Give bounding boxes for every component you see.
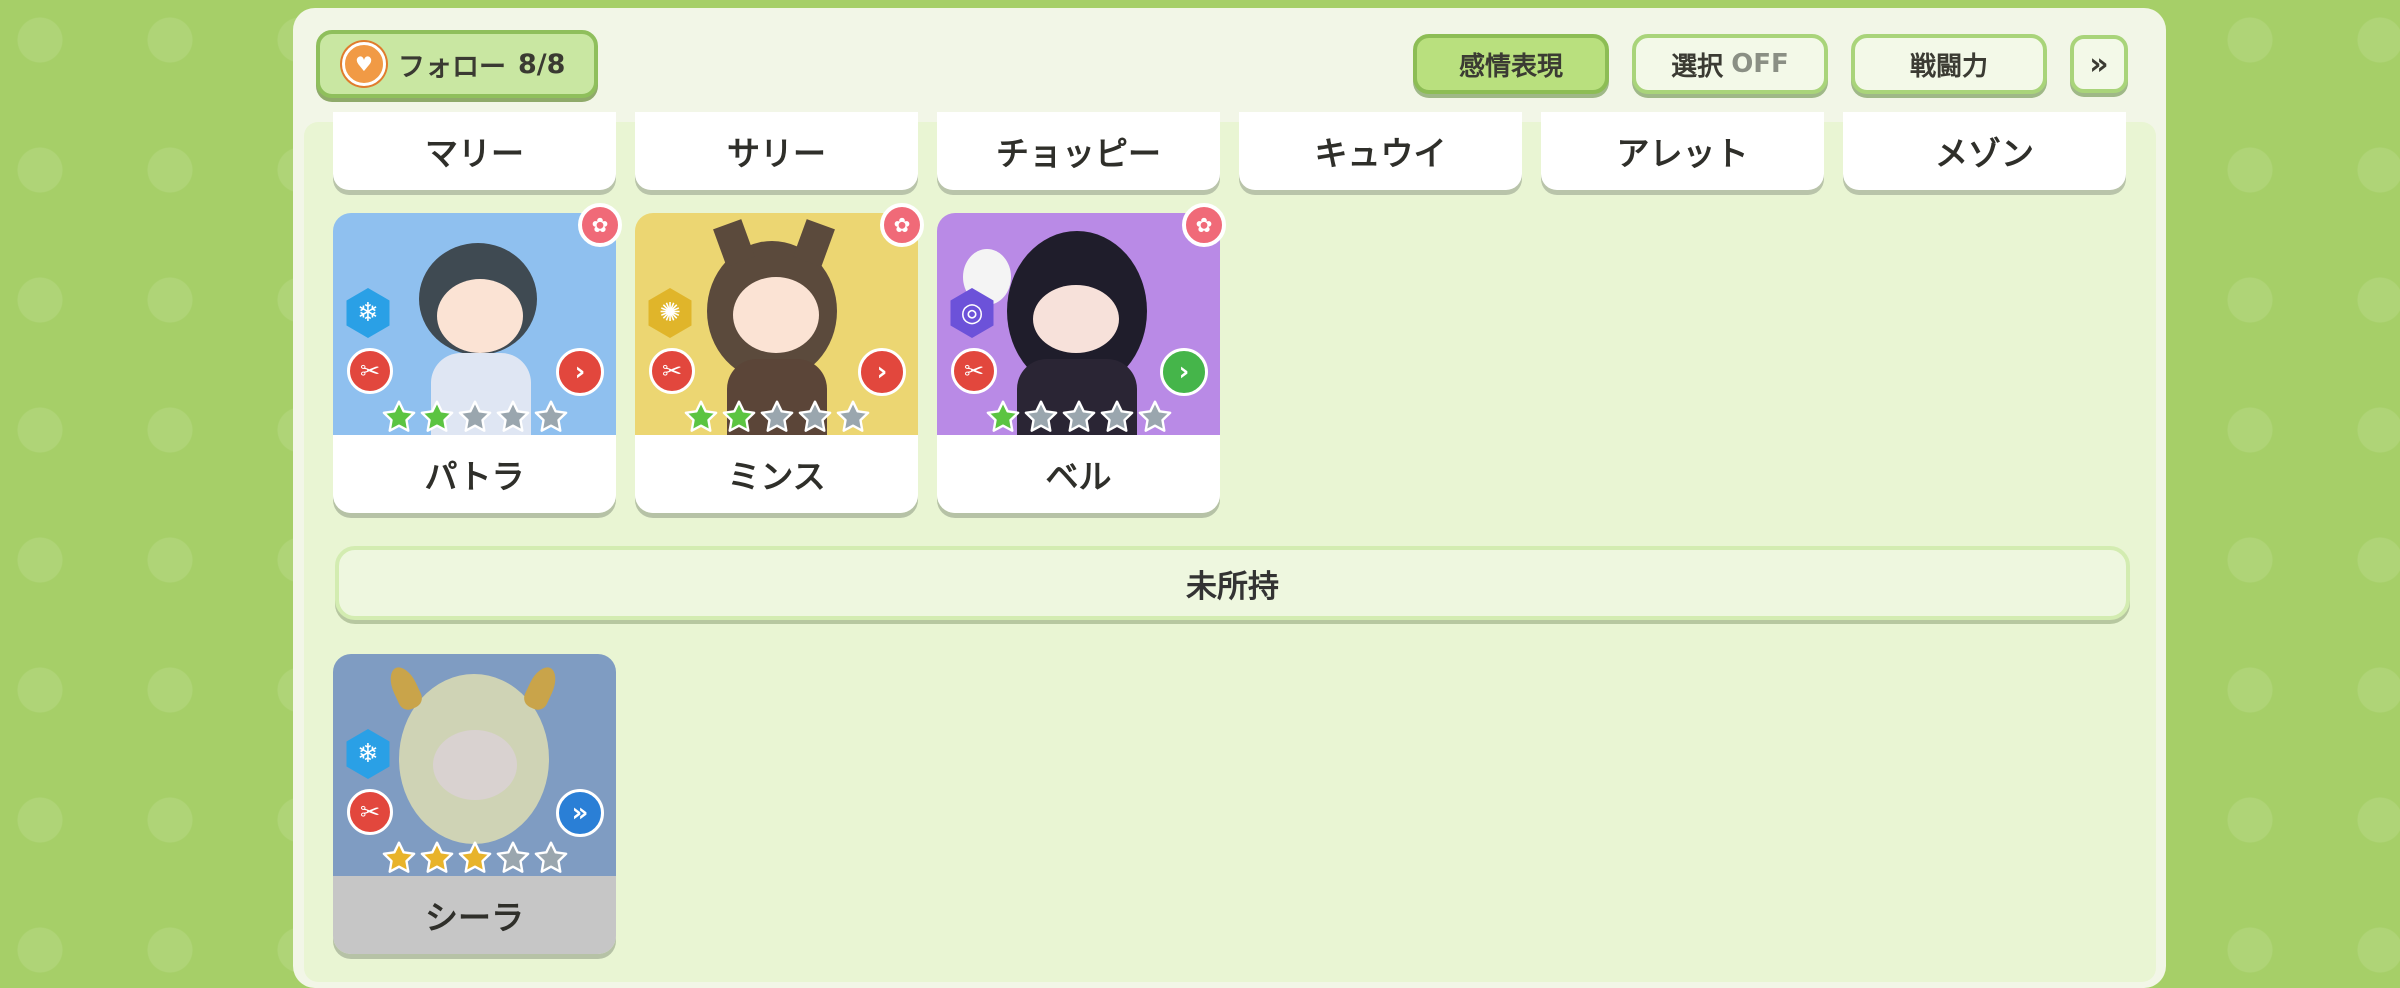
star-filled-icon — [458, 841, 492, 873]
star-empty-icon — [1100, 400, 1134, 432]
follow-counter[interactable]: ♥ フォロー 8/8 — [316, 30, 598, 98]
star-rating — [985, 399, 1173, 435]
star-filled-icon — [420, 400, 454, 432]
character-card-kiwi[interactable]: キュウイ — [1239, 112, 1522, 190]
star-empty-icon — [496, 841, 530, 873]
character-card-alette[interactable]: アレット — [1541, 112, 1824, 190]
section-title: 未所持 — [1186, 568, 1279, 605]
star-filled-icon — [420, 841, 454, 873]
double-chevron-down-icon[interactable]: » — [2070, 35, 2128, 93]
character-name: サリー — [727, 134, 826, 173]
character-card-bell[interactable]: ◎ ✂ › ✿ ベル — [937, 203, 1226, 513]
attacker-role-icon: ✂ — [347, 789, 393, 835]
attacker-role-icon: ✂ — [649, 348, 695, 394]
character-card-mince[interactable]: ✺ ✂ › ✿ ミンス — [635, 203, 924, 513]
character-card-choppy[interactable]: チョッピー — [937, 112, 1220, 190]
star-empty-icon — [534, 841, 568, 873]
select-toggle-button[interactable]: 選択 OFF — [1632, 34, 1828, 94]
star-empty-icon — [760, 400, 794, 432]
star-empty-icon — [1062, 400, 1096, 432]
character-name: メゾン — [1935, 134, 2034, 173]
attacker-role-icon: ✂ — [951, 348, 997, 394]
portrait-horn — [520, 662, 562, 714]
chevron-right-icon: › — [858, 348, 906, 396]
character-card-patra[interactable]: ❄ ✂ › ✿ パトラ — [333, 203, 622, 513]
select-state-label: OFF — [1731, 49, 1789, 79]
character-name-bar: ミンス — [635, 435, 918, 513]
heart-icon: ♥ — [342, 42, 386, 86]
star-empty-icon — [798, 400, 832, 432]
character-name-bar: パトラ — [333, 435, 616, 513]
star-rating — [381, 840, 569, 876]
character-name-bar: シーラ — [333, 876, 616, 954]
power-button-label: 戦闘力 — [1909, 51, 1988, 82]
star-empty-icon — [1024, 400, 1058, 432]
portrait-face — [1033, 285, 1119, 353]
character-name: チョッピー — [996, 134, 1161, 173]
emotion-button[interactable]: 感情表現 — [1413, 34, 1609, 94]
portrait-face — [433, 730, 517, 800]
character-card-marie[interactable]: マリー — [333, 112, 616, 190]
chevron-right-icon: › — [556, 348, 604, 396]
star-empty-icon — [458, 400, 492, 432]
character-name: パトラ — [424, 457, 525, 496]
select-button-label: 選択 — [1671, 51, 1724, 82]
character-name: アレット — [1616, 134, 1749, 173]
flower-icon: ✿ — [880, 203, 924, 247]
emotion-button-label: 感情表現 — [1458, 51, 1563, 82]
portrait-face — [437, 279, 523, 353]
star-filled-icon — [986, 400, 1020, 432]
character-name: ベル — [1045, 457, 1112, 496]
portrait-face — [733, 277, 819, 353]
star-filled-icon — [684, 400, 718, 432]
character-name-bar: ベル — [937, 435, 1220, 513]
star-empty-icon — [836, 400, 870, 432]
character-name: キュウイ — [1314, 134, 1447, 173]
character-card-sally[interactable]: サリー — [635, 112, 918, 190]
star-empty-icon — [534, 400, 568, 432]
follow-label: フォロー — [398, 51, 506, 83]
chevron-right-icon: » — [556, 789, 604, 837]
character-name: ミンス — [727, 457, 826, 496]
star-empty-icon — [496, 400, 530, 432]
flower-icon: ✿ — [578, 203, 622, 247]
follow-count: 8/8 — [518, 48, 566, 80]
star-rating — [683, 399, 871, 435]
unowned-section-header: 未所持 — [335, 546, 2130, 620]
star-filled-icon — [382, 841, 416, 873]
attacker-role-icon: ✂ — [347, 348, 393, 394]
chevron-right-icon: › — [1160, 348, 1208, 396]
character-name: マリー — [425, 134, 524, 173]
character-card-shila[interactable]: ❄ ✂ » シーラ — [333, 654, 616, 954]
star-rating — [381, 399, 569, 435]
character-card-maison[interactable]: メゾン — [1843, 112, 2126, 190]
flower-icon: ✿ — [1182, 203, 1226, 247]
star-filled-icon — [722, 400, 756, 432]
star-filled-icon — [382, 400, 416, 432]
star-empty-icon — [1138, 400, 1172, 432]
power-sort-button[interactable]: 戦闘力 — [1851, 34, 2047, 94]
character-name: シーラ — [425, 898, 524, 937]
